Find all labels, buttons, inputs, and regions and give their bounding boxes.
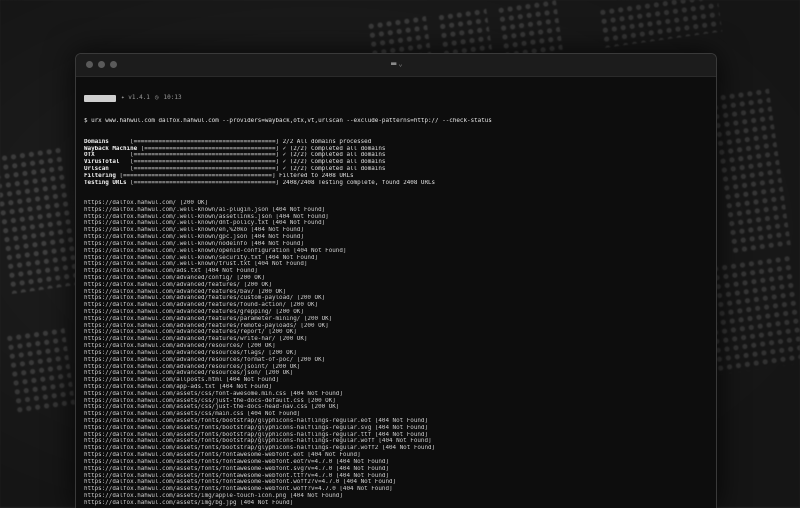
result-line: https://dalfox.hahwul.com/.well-known/tr… [84,261,308,268]
close-window-button[interactable] [86,61,93,68]
progress-line: Wayback Machine [=======================… [84,146,708,153]
result-line: https://dalfox.hahwul.com/.well-known/op… [84,247,347,254]
result-line: https://dalfox.hahwul.com/advanced/featu… [84,322,329,329]
result-line: https://dalfox.hahwul.com/.well-known/en… [84,227,304,234]
progress-label: Wayback Machine [84,145,141,152]
result-line: https://dalfox.hahwul.com/advanced/featu… [84,281,272,288]
progress-line: Domains [===============================… [84,139,708,146]
progress-bar: [=======================================… [130,159,280,166]
result-line: https://dalfox.hahwul.com/ads.txt [404 N… [84,268,258,275]
result-line: https://dalfox.hahwul.com/advanced/featu… [84,336,308,343]
result-line: https://dalfox.hahwul.com/advanced/resou… [84,343,276,350]
progress-status: ✓ (2/2) Completed all domains [279,145,386,152]
result-line: https://dalfox.hahwul.com/assets/fonts/f… [84,465,389,472]
prompt-time: 10:13 [163,94,182,102]
result-line: https://dalfox.hahwul.com/advanced/featu… [84,302,319,309]
result-line: https://dalfox.hahwul.com/advanced/featu… [84,309,304,315]
result-line: https://dalfox.hahwul.com/advanced/featu… [84,315,333,322]
progress-status: Filtered to 2408 URLs [275,172,354,179]
progress-line: Urlscan [===============================… [84,166,708,173]
result-line: https://dalfox.hahwul.com/.well-known/gp… [84,234,304,241]
result-line: https://dalfox.hahwul.com/assets/fonts/f… [84,452,361,459]
result-line: https://dalfox.hahwul.com/advanced/resou… [84,363,301,370]
result-line: https://dalfox.hahwul.com/advanced/resou… [84,370,294,377]
progress-label: Testing URLs [84,179,131,186]
result-line: https://dalfox.hahwul.com/assets/css/jus… [84,404,340,411]
progress-label: Domains [84,138,131,145]
terminal-titlebar: ▬ ⌄ [76,54,716,77]
minimize-window-button[interactable] [98,61,105,68]
terminal-output[interactable]: ✦ v1.4.1 ◷ 10:13 $ urx www.hahwul.com dal… [76,77,716,508]
progress-line: Filtering [=============================… [84,173,708,180]
progress-bar: [=====================================] [140,145,280,152]
prompt-user-segment [84,95,116,103]
clock-icon: ◷ [154,94,159,102]
command-line: $ urx www.hahwul.com dalfox.hahwul.com -… [84,118,492,125]
result-line: https://dalfox.hahwul.com/assets/fonts/b… [84,424,429,431]
progress-line: OTX [===================================… [84,152,708,159]
progress-label: Urlscan [84,165,131,172]
result-line: https://dalfox.hahwul.com/app-ads.txt [4… [84,383,272,390]
result-line: https://dalfox.hahwul.com/assets/fonts/f… [84,479,397,486]
progress-bar: [=======================================… [130,138,280,145]
result-line: https://dalfox.hahwul.com/.well-known/ai… [84,206,326,213]
progress-line: Testing URLs [==========================… [84,180,708,187]
result-line: https://dalfox.hahwul.com/assets/fonts/b… [84,445,436,452]
result-line: https://dalfox.hahwul.com/assets/fonts/b… [84,418,429,424]
progress-section: Domains [===============================… [84,139,708,187]
result-line: https://dalfox.hahwul.com/advanced/resou… [84,356,326,363]
progress-bar: [=======================================… [130,165,280,172]
result-line: https://dalfox.hahwul.com/assets/img/app… [84,492,343,499]
version-text: v1.4.1 [128,94,150,102]
progress-label: Filtering [84,172,120,179]
result-line: https://dalfox.hahwul.com/ [200 OK] [84,200,209,206]
terminal-window: ▬ ⌄ ✦ v1.4.1 ◷ 10:13 $ urx www.hahwul.com … [75,53,717,508]
window-controls [86,61,117,68]
progress-status: ✓ (2/2) Completed all domains [279,159,386,166]
result-line: https://dalfox.hahwul.com/advanced/featu… [84,295,326,302]
progress-label: VirusTotal [84,159,131,166]
progress-bar: [=======================================… [130,152,280,159]
progress-status: 2408/2408 Testing complete, found 2408 U… [279,179,436,186]
results-list: https://dalfox.hahwul.com/ [200 OK] https… [84,200,708,507]
progress-bar: [=======================================… [119,172,276,179]
folder-icon[interactable]: ▬ ⌄ [391,59,403,69]
result-line: https://dalfox.hahwul.com/assets/fonts/b… [84,438,432,445]
result-line: https://dalfox.hahwul.com/advanced/confi… [84,274,265,281]
result-line: https://dalfox.hahwul.com/assets/fonts/b… [84,431,429,438]
result-line: https://dalfox.hahwul.com/advanced/featu… [84,329,297,336]
prompt-line: ✦ v1.4.1 ◷ 10:13 [84,94,708,104]
progress-status: 2/2 All domains processed [279,138,372,145]
result-line: https://dalfox.hahwul.com/assets/img/bg.… [84,499,294,506]
result-line: https://dalfox.hahwul.com/assets/fonts/f… [84,458,389,465]
zoom-window-button[interactable] [110,61,117,68]
progress-bar: [=======================================… [130,179,280,186]
result-line: https://dalfox.hahwul.com/allposts.html … [84,377,280,384]
result-line: https://dalfox.hahwul.com/assets/css/mai… [84,411,301,418]
result-line: https://dalfox.hahwul.com/assets/fonts/f… [84,472,389,479]
result-line: https://dalfox.hahwul.com/assets/css/jus… [84,397,336,404]
result-line: https://dalfox.hahwul.com/assets/fonts/f… [84,486,393,493]
progress-label: OTX [84,152,131,159]
result-line: https://dalfox.hahwul.com/advanced/featu… [84,288,287,295]
progress-status: ✓ (2/2) Completed all domains [279,152,386,159]
result-line: https://dalfox.hahwul.com/.well-known/dn… [84,220,326,227]
result-line: https://dalfox.hahwul.com/.well-known/se… [84,254,319,261]
progress-line: VirusTotal [============================… [84,159,708,166]
progress-status: ✓ (2/2) Completed all domains [279,165,386,172]
prompt-version: ✦ v1.4.1 [121,94,150,102]
result-line: https://dalfox.hahwul.com/assets/css/fon… [84,390,343,397]
result-line: https://dalfox.hahwul.com/.well-known/no… [84,240,304,247]
result-line: https://dalfox.hahwul.com/.well-known/as… [84,213,329,220]
result-line: https://dalfox.hahwul.com/advanced/resou… [84,349,297,356]
chevron-down-icon: ⌄ [398,60,403,68]
